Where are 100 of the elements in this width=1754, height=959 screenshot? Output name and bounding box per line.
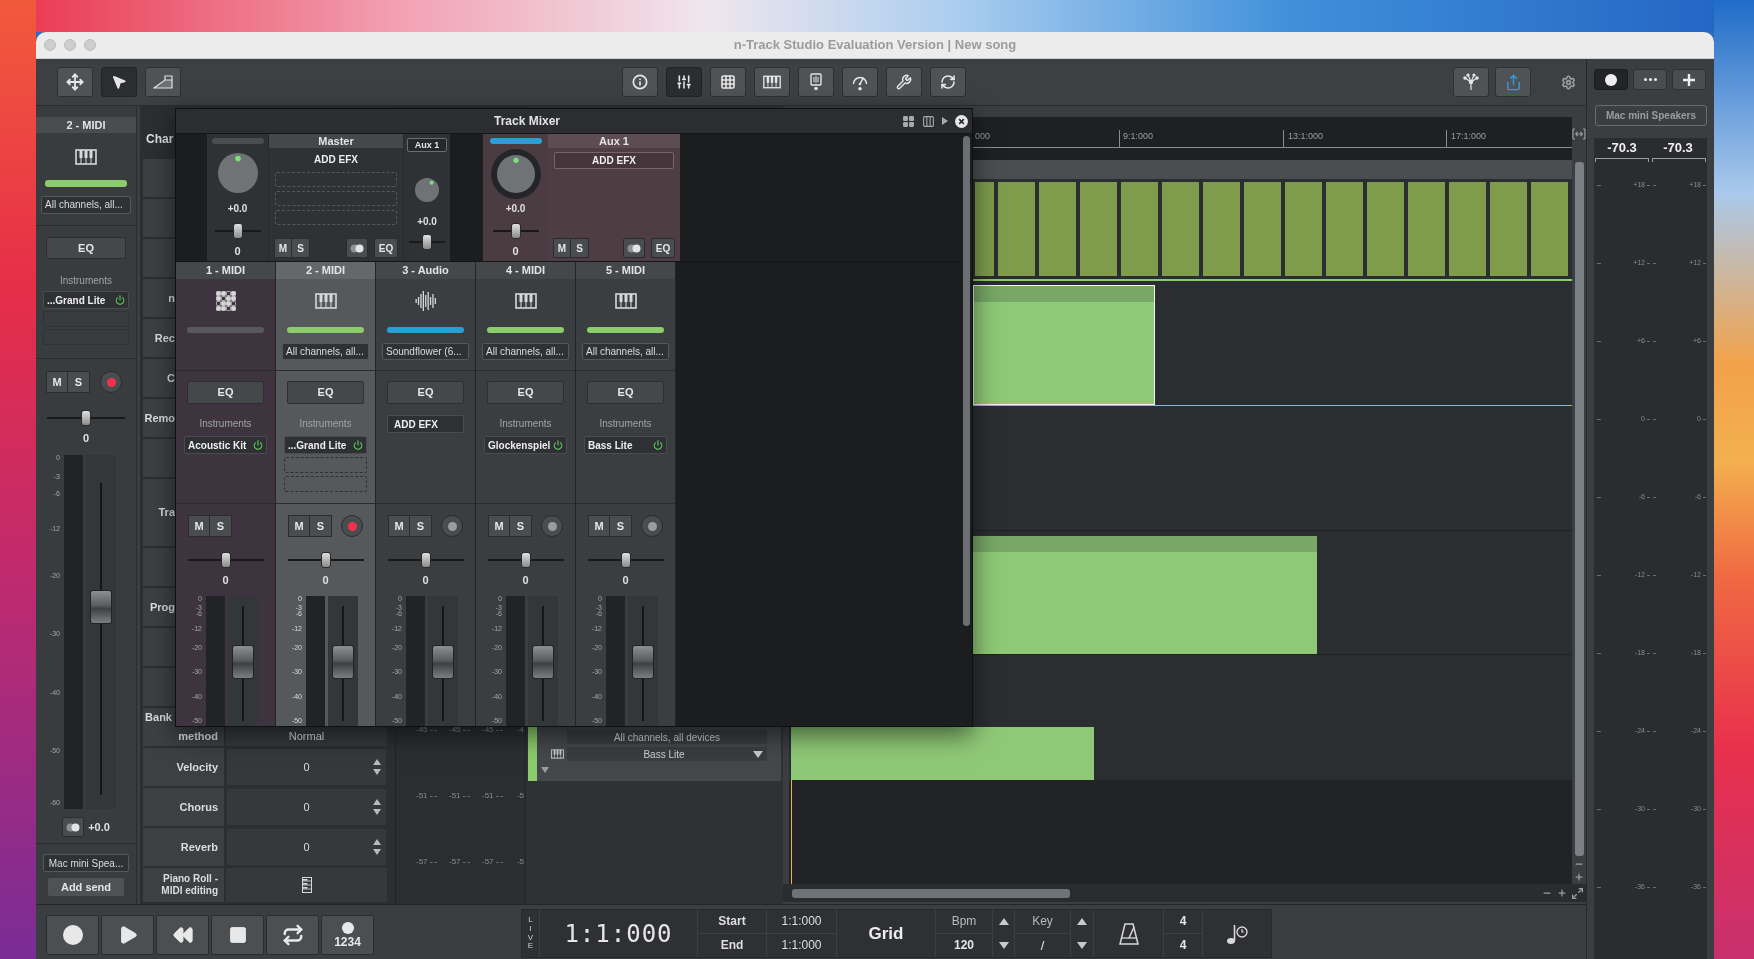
zoom-in-icon[interactable] (1574, 872, 1584, 882)
toolbar-button[interactable] (101, 67, 137, 97)
mute-button[interactable]: M (488, 515, 510, 537)
solo-button[interactable]: S (310, 515, 332, 537)
caret-down-icon[interactable] (753, 750, 763, 758)
input-dropdown[interactable]: Soundflower (6... (382, 343, 469, 360)
number-field[interactable]: 0 (226, 748, 387, 786)
close-icon[interactable] (955, 114, 968, 128)
mute-button[interactable]: M (388, 515, 410, 537)
fader-handle[interactable] (232, 645, 254, 680)
eq-button[interactable]: EQ (487, 381, 564, 404)
pan-slider-track[interactable] (492, 223, 539, 239)
toolbar-button[interactable] (145, 67, 181, 97)
pan-slider-track[interactable] (187, 552, 264, 568)
toolbar-button[interactable] (798, 67, 834, 97)
toolbar-button[interactable] (886, 67, 922, 97)
record-arm-button[interactable] (641, 515, 663, 537)
power-icon[interactable] (253, 440, 263, 450)
toolbar-button[interactable] (930, 67, 966, 97)
metronome-icon[interactable] (1118, 922, 1139, 945)
eq-button[interactable]: EQ (187, 381, 264, 404)
number-field[interactable]: 0 (226, 828, 387, 866)
pan-slider-track[interactable] (487, 552, 564, 568)
fader-handle[interactable] (432, 645, 454, 680)
power-icon[interactable] (653, 440, 663, 450)
eq-button[interactable]: EQ (651, 238, 675, 258)
settings-icon[interactable] (1561, 74, 1576, 90)
pan-slider-handle[interactable] (620, 552, 631, 568)
zoom-in-icon[interactable] (1557, 888, 1567, 898)
instrument-plugin[interactable]: ...Grand Lite (43, 291, 129, 309)
spinner-arrows-icon[interactable] (372, 797, 382, 817)
eq-button[interactable]: EQ (46, 237, 126, 259)
mute-button[interactable]: M (553, 238, 571, 258)
mute-button[interactable]: M (46, 371, 68, 393)
spinner-arrows-icon[interactable] (372, 837, 382, 857)
eq-button[interactable]: EQ (287, 381, 364, 404)
input-dropdown[interactable]: All channels, all... (282, 343, 369, 360)
caret-down-icon[interactable] (541, 767, 549, 773)
record-arm-button[interactable] (541, 515, 563, 537)
add-efx-button[interactable]: ADD EFX (387, 415, 464, 433)
eq-button[interactable]: EQ (387, 381, 464, 404)
pan-slider-handle[interactable] (81, 410, 91, 426)
stereo-button[interactable] (623, 238, 645, 258)
pan-slider-handle[interactable] (520, 552, 531, 568)
fader-track[interactable] (328, 596, 358, 726)
mute-button[interactable]: M (188, 515, 210, 537)
triangle-icon[interactable] (942, 117, 948, 125)
aux-send-button[interactable]: Aux 1 (407, 138, 447, 152)
input-dropdown[interactable]: All channels, all... (41, 196, 131, 214)
toolbar-button[interactable] (710, 67, 746, 97)
solo-button[interactable]: S (292, 238, 310, 258)
eq-button[interactable]: EQ (587, 381, 664, 404)
pan-slider-track[interactable] (47, 410, 125, 426)
snap-button[interactable]: Grid (868, 920, 904, 947)
fit-width-icon[interactable] (1572, 128, 1586, 140)
instrument-dropdown[interactable]: Bass Lite (567, 747, 767, 761)
solo-button[interactable]: S (68, 371, 90, 393)
mute-button[interactable]: M (288, 515, 310, 537)
fader-handle[interactable] (532, 645, 554, 680)
record-arm-button[interactable] (100, 371, 122, 393)
record-arm-button[interactable] (441, 515, 463, 537)
mute-button[interactable]: M (588, 515, 610, 537)
pan-slider-track[interactable] (387, 552, 464, 568)
solo-button[interactable]: S (571, 238, 589, 258)
horizontal-scrollbar[interactable] (792, 888, 1070, 898)
toolbar-button[interactable] (622, 67, 658, 97)
instrument-plugin[interactable]: ...Grand Lite (284, 436, 367, 454)
share-button[interactable] (1495, 67, 1531, 97)
pan-slider-handle[interactable] (420, 552, 431, 568)
power-icon[interactable] (353, 440, 363, 450)
toolbar-button[interactable] (754, 67, 790, 97)
eq-button[interactable]: EQ (374, 238, 398, 258)
vertical-scrollbar[interactable] (962, 136, 970, 626)
network-button[interactable] (1453, 67, 1489, 97)
pan-slider-handle[interactable] (422, 234, 432, 250)
panel-button[interactable] (1672, 69, 1706, 90)
power-icon[interactable] (115, 295, 125, 305)
add-efx-button[interactable]: ADD EFX (314, 154, 358, 166)
stereo-button[interactable] (62, 817, 85, 837)
instrument-plugin[interactable]: Glockenspiel (484, 436, 567, 454)
panel-button[interactable] (1633, 69, 1667, 90)
stereo-button[interactable] (346, 238, 368, 258)
fader-handle[interactable] (332, 645, 354, 680)
toolbar-button[interactable] (57, 67, 93, 97)
spinner-arrows-icon[interactable] (372, 757, 382, 777)
midi-clip[interactable] (973, 536, 1317, 654)
mute-button[interactable]: M (274, 238, 292, 258)
pan-slider-handle[interactable] (220, 552, 231, 568)
output-device-button[interactable]: Mac mini Speakers (1595, 105, 1707, 126)
record-arm-button[interactable] (341, 515, 363, 537)
output-dropdown[interactable]: Mac mini Spea... (43, 854, 129, 872)
grid-view-icon[interactable] (902, 114, 915, 128)
vertical-scrollbar[interactable] (1574, 162, 1584, 856)
decrease-icon[interactable] (1077, 941, 1087, 949)
piano-roll-button[interactable] (226, 868, 387, 902)
number-field[interactable]: 0 (226, 788, 387, 826)
instrument-plugin[interactable]: Bass Lite (584, 436, 667, 454)
pan-slider-track[interactable] (214, 223, 261, 239)
solo-button[interactable]: S (610, 515, 632, 537)
fader-handle[interactable] (632, 645, 654, 680)
